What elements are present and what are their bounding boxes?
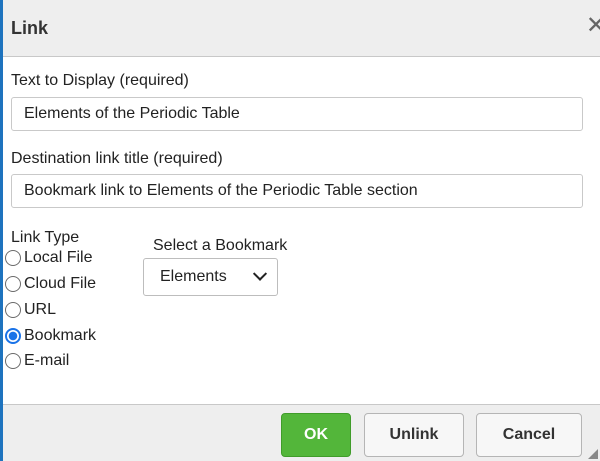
- radio-cloud-file[interactable]: Cloud File: [5, 273, 96, 295]
- radio-label: Cloud File: [24, 275, 97, 292]
- bookmark-select-value: Elements: [160, 268, 227, 285]
- radio-email[interactable]: E-mail: [5, 350, 69, 372]
- dialog-footer: OK Unlink Cancel: [3, 404, 600, 461]
- radio-circle-checked[interactable]: [5, 328, 21, 344]
- dialog-titlebar[interactable]: Link ✕: [3, 0, 600, 57]
- radio-url[interactable]: URL: [5, 299, 56, 321]
- radio-label: URL: [24, 301, 57, 318]
- resize-handle-icon[interactable]: [588, 449, 598, 459]
- dialog-title: Link: [11, 18, 49, 38]
- radio-circle[interactable]: [5, 250, 21, 266]
- select-bookmark-label: Select a Bookmark: [153, 237, 288, 254]
- link-dialog: Link ✕ Text to Display (required) Destin…: [0, 0, 600, 461]
- radio-label: Bookmark: [24, 327, 97, 344]
- radio-circle[interactable]: [5, 276, 21, 292]
- link-type-label: Link Type: [11, 229, 80, 246]
- destination-title-label: Destination link title (required): [11, 150, 223, 167]
- destination-title-input[interactable]: [11, 174, 583, 208]
- bookmark-select[interactable]: Elements: [143, 258, 278, 296]
- unlink-button[interactable]: Unlink: [364, 413, 464, 457]
- chevron-down-icon: [252, 266, 268, 281]
- radio-local-file[interactable]: Local File: [5, 247, 92, 269]
- close-icon[interactable]: ✕: [586, 14, 600, 38]
- text-to-display-input[interactable]: [11, 97, 583, 131]
- radio-circle[interactable]: [5, 353, 21, 369]
- cancel-button[interactable]: Cancel: [476, 413, 582, 457]
- ok-button[interactable]: OK: [281, 413, 351, 457]
- radio-circle[interactable]: [5, 302, 21, 318]
- text-to-display-label: Text to Display (required): [11, 72, 189, 89]
- radio-label: E-mail: [24, 352, 70, 369]
- radio-label: Local File: [24, 249, 93, 266]
- radio-bookmark[interactable]: Bookmark: [5, 325, 96, 347]
